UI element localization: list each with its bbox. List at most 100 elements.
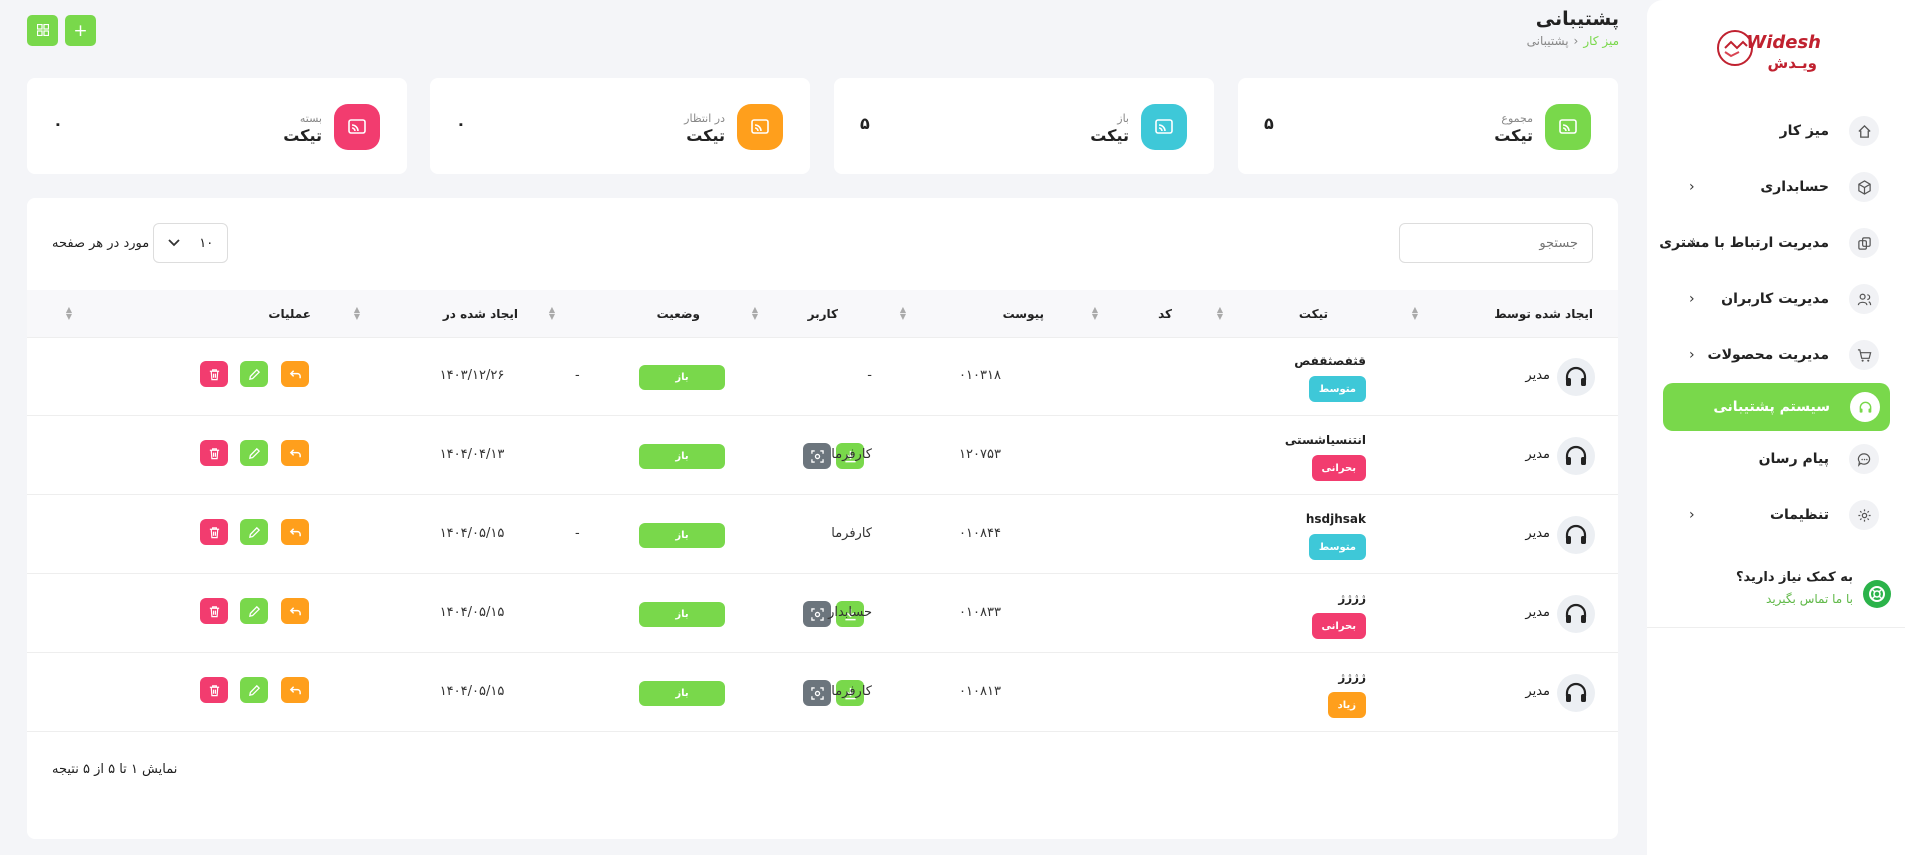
headset-avatar-icon (1557, 595, 1595, 633)
chat-icon (1849, 444, 1879, 474)
trash-icon (208, 526, 221, 539)
help-box: به کمک نیاز دارید؟ با ما تماس بگیرید (1647, 558, 1905, 628)
copy-icon (1849, 228, 1879, 258)
sort-icon[interactable]: ▲ ▼ (1412, 306, 1418, 321)
status-badge: باز (639, 602, 725, 627)
sidebar-item-products[interactable]: مدیریت محصولات ‹ (1647, 327, 1905, 383)
search-input[interactable] (1399, 223, 1593, 263)
column-header-status[interactable]: وضعیت (657, 290, 700, 338)
sort-icon[interactable]: ▲ ▼ (549, 306, 555, 321)
edit-button[interactable] (240, 677, 268, 703)
edit-button[interactable] (240, 598, 268, 624)
ticket-code: ۱۲۰۷۵۳ (959, 447, 1001, 462)
sort-icon[interactable]: ▲ ▼ (1092, 306, 1098, 321)
chevron-down-icon (168, 236, 180, 251)
ticket-user: کارفرما (831, 447, 872, 462)
sidebar-item-dashboard[interactable]: میز کار (1647, 103, 1905, 159)
ticket-title[interactable]: hsdjhsak (1306, 512, 1366, 526)
cast-icon (1545, 104, 1591, 150)
stat-caption: بسته (299, 112, 322, 125)
chevron-left-icon: ‹ (1689, 291, 1695, 307)
sort-icon[interactable]: ▲ ▼ (752, 306, 758, 321)
column-header-creator[interactable]: ایجاد شده توسط (1494, 290, 1593, 338)
reply-button[interactable] (281, 519, 309, 545)
headset-icon (1850, 392, 1880, 422)
ticket-user: - (867, 368, 872, 383)
brand-logo[interactable]: Widesh ویـدش (1717, 22, 1827, 74)
reply-button[interactable] (281, 598, 309, 624)
gear-icon (1849, 500, 1879, 530)
headset-avatar-icon (1557, 437, 1595, 475)
sidebar-item-messenger[interactable]: پیام رسان (1647, 431, 1905, 487)
stat-card-total: مجموع تیکت ۵ (1238, 78, 1618, 174)
creator-name: مدیر (1525, 684, 1550, 699)
edit-button[interactable] (240, 361, 268, 387)
reply-button[interactable] (281, 677, 309, 703)
table-header: ایجاد شده توسط ▲ ▼ تیکت ▲ ▼ کد ▲ ▼ پیوست ▲ ▼… (27, 290, 1618, 338)
tickets-panel: ۱۰ مورد در هر صفحه ایجاد شده توسط ▲▼ تیک… (27, 198, 1618, 839)
breadcrumb-home[interactable]: میز کار (1583, 34, 1619, 48)
stat-card-open: باز تیکت ۵ (834, 78, 1214, 174)
column-header-attachment[interactable]: پیوست (1003, 290, 1044, 338)
sidebar-item-crm[interactable]: مدیریت ارتباط با مشتری ‹ (1647, 215, 1905, 271)
stat-card-closed: بسته تیکت ۰ (27, 78, 407, 174)
pencil-icon (248, 605, 261, 618)
ticket-title[interactable]: ژژژژ (1338, 591, 1366, 605)
cast-icon (334, 104, 380, 150)
table-row: مدیر ژژژژ بحرانی ۰۱۰۸۳۳ حسابدار باز ۱۴۰۴/۰۵/۱۵ (27, 575, 1618, 653)
delete-button[interactable] (200, 361, 228, 387)
sidebar-item-settings[interactable]: تنظیمات ‹ (1647, 487, 1905, 543)
delete-button[interactable] (200, 519, 228, 545)
priority-badge: متوسط (1308, 376, 1366, 402)
reply-button[interactable] (281, 440, 309, 466)
grid-view-button[interactable] (27, 15, 58, 46)
status-badge: باز (639, 365, 725, 390)
per-page-select[interactable]: ۱۰ (153, 223, 229, 263)
attachment-empty: - (575, 526, 580, 541)
sidebar-item-accounting[interactable]: حسابداری ‹ (1647, 159, 1905, 215)
stat-label: تیکت (686, 126, 725, 145)
column-header-user[interactable]: کاربر (808, 290, 838, 338)
status-badge: باز (639, 444, 725, 469)
ticket-title[interactable]: ژژژژ (1338, 670, 1366, 684)
status-badge: باز (639, 681, 725, 706)
column-header-ticket[interactable]: تیکت (1299, 290, 1328, 338)
table-row: مدیر hsdjhsak متوسط ۰۱۰۸۴۴ - کارفرما باز ۱۴۰۴/۰… (27, 496, 1618, 574)
stat-value: ۰ (53, 114, 63, 133)
breadcrumb-current: پشتیبانی (1526, 34, 1569, 48)
sort-icon[interactable]: ▲ ▼ (900, 306, 906, 321)
headset-avatar-icon (1557, 358, 1595, 396)
contact-us-link[interactable]: با ما تماس بگیرید (1766, 592, 1853, 606)
lifebuoy-icon (1863, 580, 1891, 608)
edit-button[interactable] (240, 519, 268, 545)
column-header-created-at[interactable]: ایجاد شده در (443, 290, 518, 338)
sidebar-item-label: سیستم پشتیبانی (1713, 399, 1830, 415)
sidebar-item-support[interactable]: سیستم پشتیبانی (1663, 383, 1890, 431)
sort-icon[interactable]: ▲ ▼ (1217, 306, 1223, 321)
help-title: به کمک نیاز دارید؟ (1735, 570, 1853, 585)
add-button[interactable]: + (65, 15, 96, 46)
stat-value: ۵ (1264, 114, 1274, 133)
edit-button[interactable] (240, 440, 268, 466)
sidebar-item-users[interactable]: مدیریت کاربران ‹ (1647, 271, 1905, 327)
delete-button[interactable] (200, 598, 228, 624)
sidebar-item-label: مدیریت ارتباط با مشتری (1659, 235, 1829, 251)
column-header-code[interactable]: کد (1158, 290, 1172, 338)
delete-button[interactable] (200, 440, 228, 466)
sidebar-item-label: پیام رسان (1758, 451, 1829, 467)
sort-icon[interactable]: ▲ ▼ (66, 306, 72, 321)
per-page-label: مورد در هر صفحه (52, 235, 150, 251)
ticket-title[interactable]: انتنسیاشستی (1285, 433, 1366, 447)
users-icon (1849, 284, 1879, 314)
delete-button[interactable] (200, 677, 228, 703)
sidebar-item-label: مدیریت کاربران (1721, 291, 1829, 307)
sort-icon[interactable]: ▲ ▼ (354, 306, 360, 321)
creator-name: مدیر (1525, 605, 1550, 620)
reply-icon (289, 605, 302, 618)
created-date: ۱۴۰۴/۰۵/۱۵ (439, 684, 505, 699)
trash-icon (208, 684, 221, 697)
pencil-icon (248, 368, 261, 381)
ticket-title[interactable]: قثفصثقفص (1294, 354, 1366, 368)
column-header-actions: عملیات (268, 307, 311, 321)
reply-button[interactable] (281, 361, 309, 387)
